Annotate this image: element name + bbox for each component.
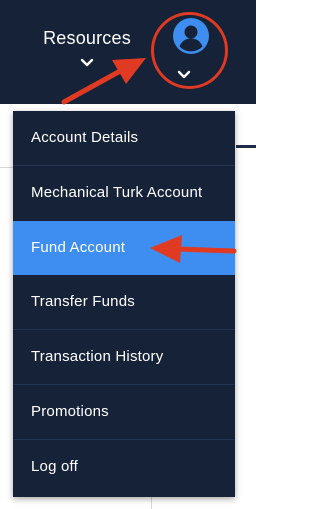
resources-nav-label: Resources [43, 28, 131, 48]
menu-item-account-details[interactable]: Account Details [13, 111, 235, 165]
account-menu-button[interactable] [150, 14, 232, 96]
menu-item-label: Transaction History [31, 348, 164, 365]
menu-item-log-off[interactable]: Log off [13, 440, 235, 494]
account-dropdown-menu: Account Details Mechanical Turk Account … [13, 111, 235, 497]
menu-item-mechanical-turk-account[interactable]: Mechanical Turk Account [13, 166, 235, 220]
chevron-down-icon [177, 70, 191, 79]
page-underline [236, 145, 256, 148]
menu-item-label: Promotions [31, 403, 109, 420]
user-circle-icon [173, 18, 209, 54]
page-background [0, 104, 14, 509]
resources-nav-menu[interactable]: Resources [34, 26, 140, 67]
menu-item-label: Transfer Funds [31, 293, 135, 310]
chevron-down-icon [80, 58, 94, 67]
menu-item-label: Fund Account [31, 239, 126, 256]
menu-item-label: Log off [31, 458, 79, 475]
menu-item-fund-account[interactable]: Fund Account [13, 221, 235, 275]
menu-item-label: Mechanical Turk Account [31, 184, 203, 201]
page-divider [0, 167, 14, 168]
menu-item-transaction-history[interactable]: Transaction History [13, 330, 235, 384]
menu-item-label: Account Details [31, 129, 139, 146]
menu-item-promotions[interactable]: Promotions [13, 385, 235, 439]
page-divider-vertical [151, 495, 152, 509]
screenshot-stage: Resources Account Details Mechanical Tur… [0, 0, 256, 509]
menu-item-transfer-funds[interactable]: Transfer Funds [13, 275, 235, 329]
